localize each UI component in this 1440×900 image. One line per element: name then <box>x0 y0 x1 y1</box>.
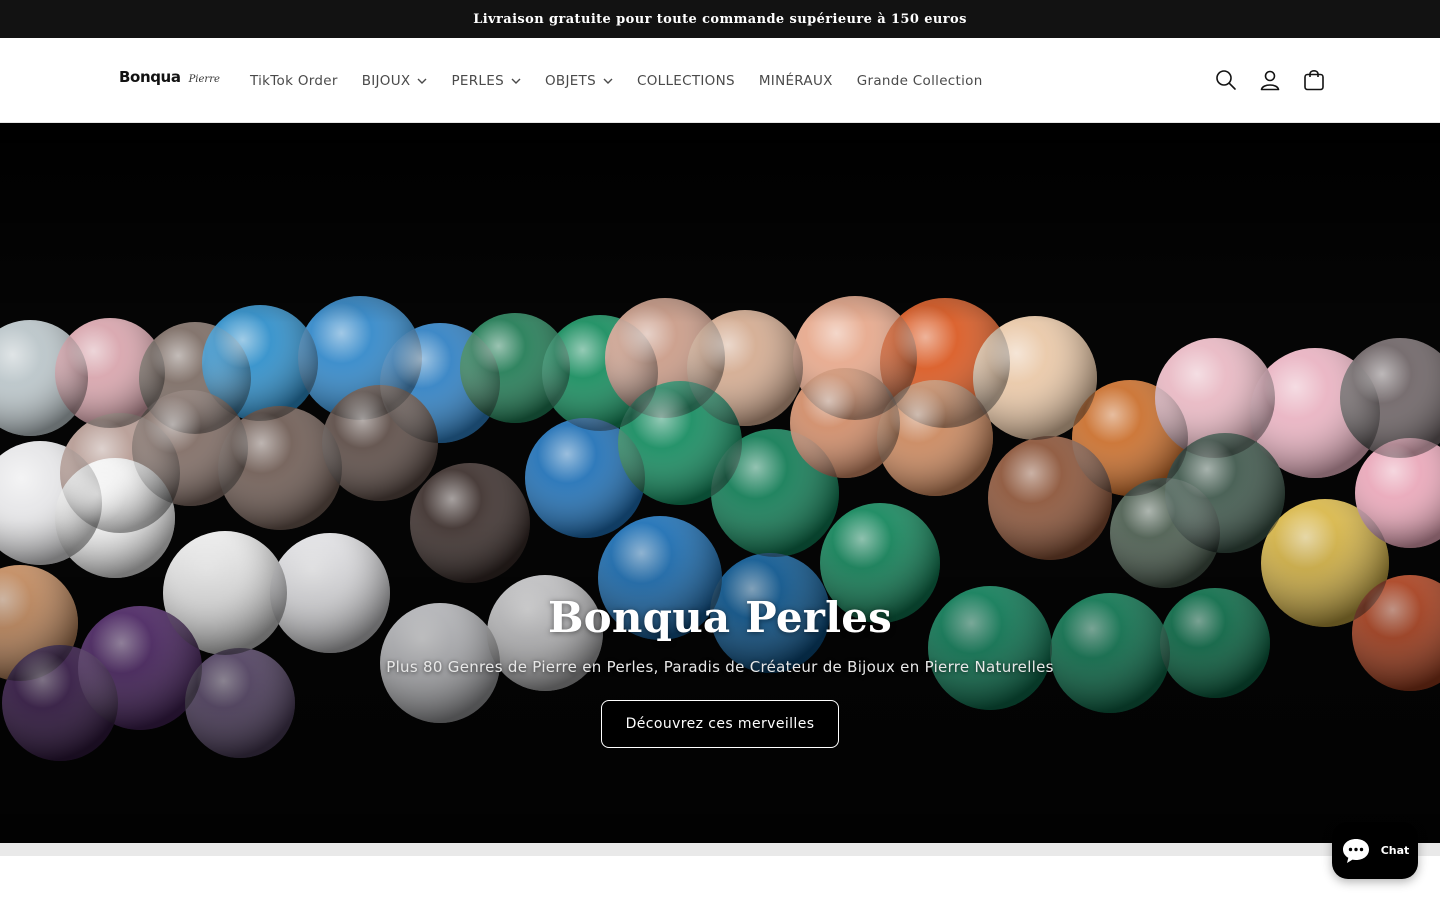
site-header: Bonqua Pierre TikTok Order BIJOUX PERLES… <box>0 38 1440 123</box>
announcement-text: Livraison gratuite pour toute commande s… <box>473 11 967 27</box>
nav-item-label: BIJOUX <box>361 72 411 89</box>
discover-button[interactable]: Découvrez ces merveilles <box>601 700 839 748</box>
account-button[interactable] <box>1252 58 1288 102</box>
chat-label: Chat <box>1380 844 1410 857</box>
nav-item-label: COLLECTIONS <box>636 72 735 89</box>
hero-banner: Bonqua Perles Plus 80 Genres de Pierre e… <box>0 123 1440 843</box>
nav-item-label: TikTok Order <box>250 72 338 89</box>
nav-item-grande-collection[interactable]: Grande Collection <box>845 61 995 101</box>
logo-sub-text: Pierre <box>188 74 220 85</box>
section-divider <box>0 843 1440 856</box>
cart-button[interactable] <box>1296 58 1332 102</box>
chevron-down-icon <box>603 78 613 84</box>
nav-item-tiktok-order[interactable]: TikTok Order <box>238 61 350 101</box>
logo[interactable]: Bonqua Pierre <box>119 68 220 92</box>
chat-widget-button[interactable]: Chat <box>1332 822 1418 879</box>
search-icon <box>1216 70 1236 90</box>
account-icon <box>1260 70 1280 91</box>
nav-item-mineraux[interactable]: MINÉRAUX <box>747 61 845 101</box>
hero-content: Bonqua Perles Plus 80 Genres de Pierre e… <box>0 593 1440 748</box>
header-actions <box>1208 58 1332 102</box>
chat-bubble-icon <box>1342 838 1369 863</box>
chevron-down-icon <box>417 78 427 84</box>
hero-subtitle: Plus 80 Genres de Pierre en Perles, Para… <box>386 658 1054 676</box>
nav-item-bijoux[interactable]: BIJOUX <box>350 61 440 101</box>
announcement-bar: Livraison gratuite pour toute commande s… <box>0 0 1440 38</box>
cart-icon <box>1304 70 1324 91</box>
nav-item-label: MINÉRAUX <box>758 72 833 89</box>
nav-item-label: OBJETS <box>544 72 596 89</box>
nav-item-perles[interactable]: PERLES <box>439 61 532 101</box>
nav-item-collections[interactable]: COLLECTIONS <box>625 61 747 101</box>
chevron-down-icon <box>511 78 521 84</box>
logo-main-text: Bonqua <box>119 68 181 86</box>
search-button[interactable] <box>1208 58 1244 102</box>
nav-item-label: Grande Collection <box>856 72 983 89</box>
main-nav: TikTok Order BIJOUX PERLES OBJETS COLLEC… <box>238 38 995 123</box>
hero-title: Bonqua Perles <box>547 593 892 642</box>
nav-item-objets[interactable]: OBJETS <box>533 61 625 101</box>
nav-item-label: PERLES <box>451 72 504 89</box>
